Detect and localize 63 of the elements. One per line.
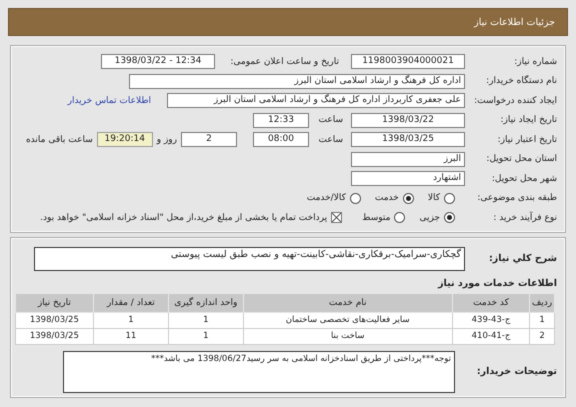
buyer-contact-link[interactable]: اطلاعات تماس خریدار xyxy=(68,96,151,106)
checkbox[interactable] xyxy=(331,212,342,224)
radio-label: جزیی xyxy=(419,212,440,223)
field-label: شرح کلي نیاز: xyxy=(488,253,557,264)
checkbox-label: پرداخت تمام یا بخشی از مبلغ خرید،از محل "اسناد خزانه اسلامی" خواهد بود. xyxy=(40,212,328,223)
field-label: شماره نیاز: xyxy=(513,56,557,67)
column-header: تاریخ نیاز xyxy=(16,293,94,312)
field-label: روز و xyxy=(156,134,177,145)
radio-label: کالا xyxy=(428,193,440,204)
table-cell: 1 xyxy=(93,312,169,328)
buyer-notes-field: توجه***پرداختی از طریق اسنادخزانه اسلامی به سر رسید1398/06/27 می باشد*** xyxy=(63,350,455,392)
field-label: ساعت xyxy=(318,134,344,145)
radio-button[interactable] xyxy=(350,192,361,204)
column-header: تعداد / مقدار xyxy=(93,293,169,312)
need-number-field: 1198003904000021 xyxy=(351,54,465,70)
announce-date-field: 1398/03/22 - 12:34 xyxy=(101,54,215,70)
radio-label: کالا/خدمت xyxy=(306,193,346,204)
field-label: ساعت xyxy=(318,115,344,126)
field-label: توضیحات خریدار: xyxy=(476,366,557,377)
description-field: گچکاری-سرامیک-برقکاری-نقاشی-کابینت-تهیه و نصب طبق لیست پیوستی xyxy=(34,246,465,270)
radio-button[interactable] xyxy=(444,192,455,204)
creation-time-field: 12:33 xyxy=(253,112,309,128)
column-header: کد خدمت xyxy=(452,293,530,312)
field-label: تاریخ ایجاد نیاز: xyxy=(499,115,557,126)
radio-button[interactable] xyxy=(402,192,414,204)
column-header: نام خدمت xyxy=(243,293,452,312)
field-label: استان محل تحویل: xyxy=(485,154,557,164)
remaining-time-field: 19:20:14 xyxy=(96,132,153,148)
radio-button[interactable] xyxy=(394,212,406,224)
field-label: نوع فرآیند خرید : xyxy=(492,212,557,223)
field-label: تاریخ اعتبار نیاز: xyxy=(496,134,557,145)
days-field: 2 xyxy=(181,132,237,148)
requester-field: علی جعفری کاربرداز اداره کل فرهنگ و ارشاد اسلامی استان البرز xyxy=(167,93,465,108)
creation-date-field: 1398/03/22 xyxy=(351,112,465,128)
section-title: اطلاعات خدمات مورد نیاز xyxy=(436,278,557,288)
field-label: ساعت باقی مانده xyxy=(26,134,93,145)
table-cell: 1398/03/25 xyxy=(16,328,94,344)
column-header: واحد اندازه گیری xyxy=(168,293,244,312)
page-title: جزئیات اطلاعات نیاز xyxy=(474,16,555,28)
province-field: البرز xyxy=(351,152,465,167)
table-cell: ج-43-439 xyxy=(452,312,530,328)
table-cell: 11 xyxy=(93,328,169,344)
table-cell: 1 xyxy=(168,312,244,328)
city-field: اشتهارد xyxy=(351,171,465,186)
field-label: شهر محل تحویل: xyxy=(490,174,557,184)
table-cell: ج-41-410 xyxy=(452,328,530,344)
table-cell: سایر فعالیت‌های تخصصی ساختمان xyxy=(243,312,452,328)
field-label: ایجاد کننده درخواست: xyxy=(473,96,557,106)
field-label: تاریخ و ساعت اعلان عمومی: xyxy=(229,56,340,67)
validity-date-field: 1398/03/25 xyxy=(351,132,465,148)
radio-button[interactable] xyxy=(444,212,455,224)
column-header: ردیف xyxy=(530,293,554,312)
field-label: نام دستگاه خریدار: xyxy=(485,76,557,86)
radio-label: خدمت xyxy=(374,193,399,204)
table-cell: 1398/03/25 xyxy=(16,312,94,328)
field-label: طبقه بندی موضوعی: xyxy=(476,193,557,204)
validity-time-field: 08:00 xyxy=(253,132,309,148)
table-cell: 1 xyxy=(530,312,554,328)
radio-label: متوسط xyxy=(362,212,390,223)
table-cell: ساخت بنا xyxy=(243,328,452,344)
table-cell: 2 xyxy=(530,328,554,344)
buyer-org-field: اداره کل فرهنگ و ارشاد اسلامی استان البرز xyxy=(129,74,465,89)
table-cell: 1 xyxy=(168,328,244,344)
